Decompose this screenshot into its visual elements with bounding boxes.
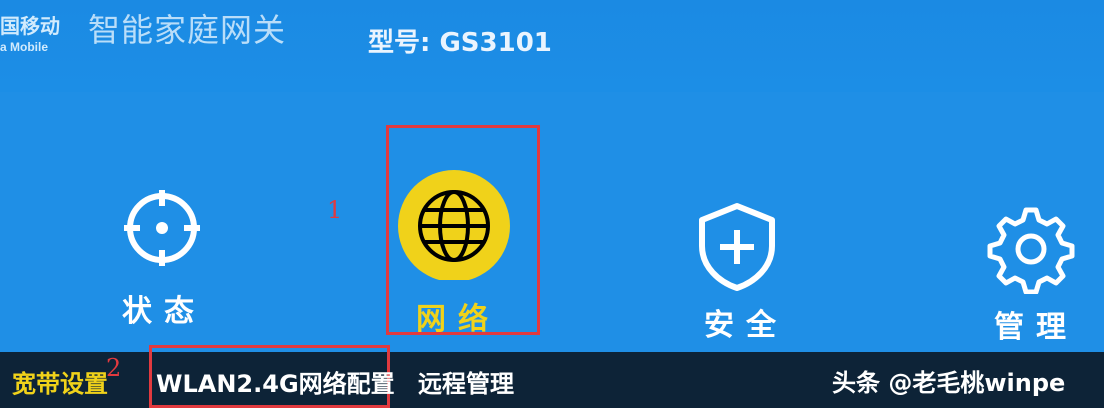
- tab-broadband-settings[interactable]: 宽带设置: [12, 369, 108, 399]
- brand-name-en: a Mobile: [0, 40, 49, 54]
- nav-manage[interactable]: 管理: [986, 204, 1104, 350]
- annotation-marker-2: 2: [106, 354, 122, 382]
- model-label: 型号: GS3101: [368, 28, 552, 58]
- nav-manage-label: 管理: [994, 310, 1078, 345]
- nav-status-label: 状态: [122, 294, 206, 329]
- nav-network-label: 网络: [416, 302, 500, 337]
- header-bar: 国移动 a Mobile 智能家庭网关 型号: GS3101: [0, 0, 1104, 92]
- nav-security[interactable]: 安全: [692, 202, 812, 343]
- brand-logo: 国移动 a Mobile: [0, 10, 82, 58]
- tab-wlan-2-4g-config[interactable]: WLAN2.4G网络配置: [156, 369, 395, 399]
- globe-icon: [398, 170, 510, 280]
- page-title: 智能家庭网关: [88, 11, 287, 49]
- shield-plus-icon: [699, 203, 775, 291]
- nav-security-label: 安全: [704, 308, 788, 343]
- sub-nav-bar: 宽带设置 2 WLAN2.4G网络配置 远程管理 头条 @老毛桃winpe: [0, 345, 1104, 408]
- watermark: 头条 @老毛桃winpe: [832, 369, 1066, 397]
- crosshair-icon: [124, 190, 200, 266]
- gear-icon: [987, 207, 1075, 294]
- annotation-marker-1: 1: [327, 196, 343, 224]
- nav-status[interactable]: 状态: [118, 190, 238, 335]
- brand-name-cn: 国移动: [0, 14, 60, 38]
- nav-network[interactable]: 网络: [398, 170, 524, 337]
- tab-remote-management[interactable]: 远程管理: [418, 369, 514, 399]
